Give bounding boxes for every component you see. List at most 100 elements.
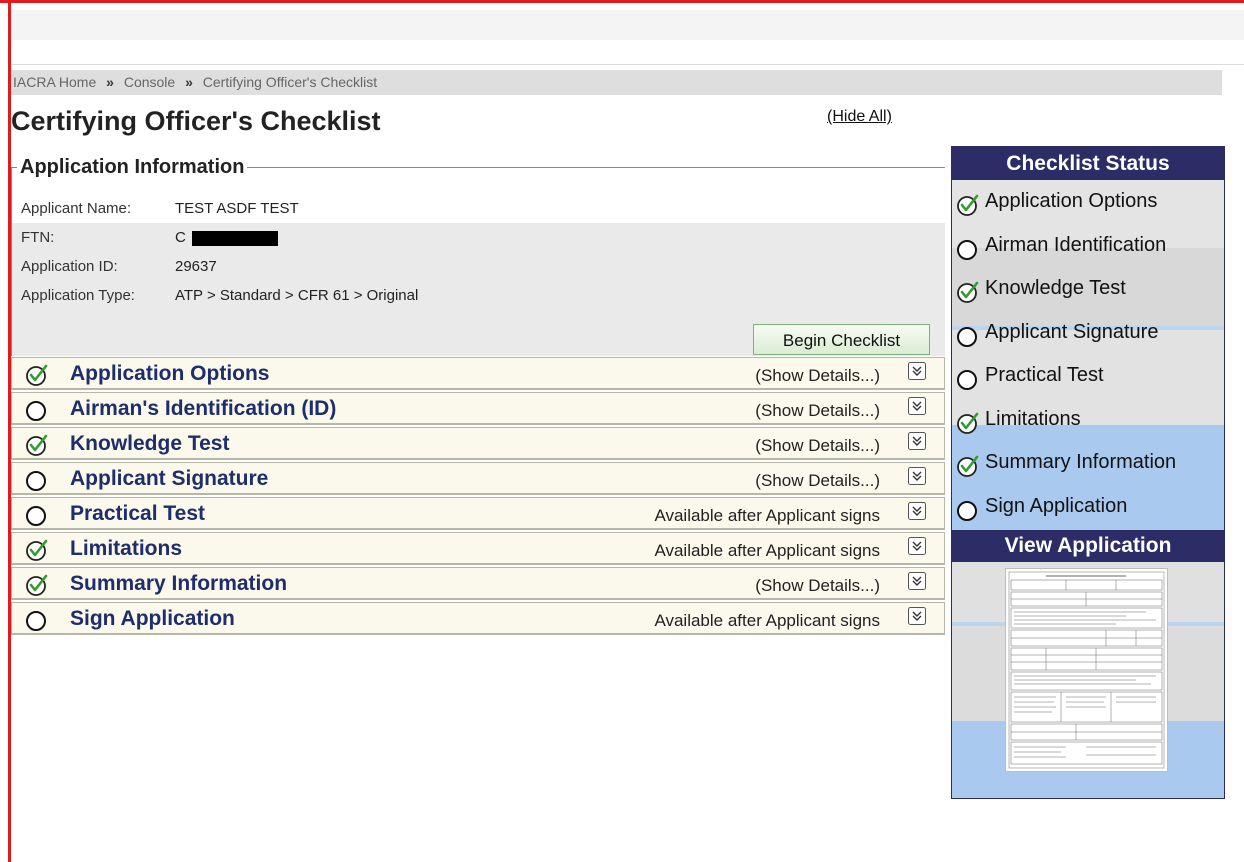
checklist-row-action[interactable]: (Show Details...)	[755, 470, 880, 492]
chevron-double-down-icon[interactable]	[908, 502, 926, 520]
breadcrumb-current: Certifying Officer's Checklist	[202, 74, 378, 90]
check-circle-icon	[956, 190, 980, 216]
application-type-value: ATP > Standard > CFR 61 > Original	[175, 287, 419, 304]
checklist-row-title: Airman's Identification (ID)	[70, 397, 337, 420]
checklist-row[interactable]: Sign Application Available after Applican…	[11, 602, 945, 635]
checklist-row-action: Available after Applicant signs	[654, 506, 880, 525]
check-circle-icon	[956, 277, 980, 303]
status-item[interactable]: Sign Application	[952, 485, 1224, 528]
status-item-label: Summary Information	[985, 451, 1177, 473]
application-id-row: Application ID: 29637	[12, 252, 945, 281]
status-item[interactable]: Applicant Signature	[952, 311, 1224, 354]
status-item[interactable]: Airman Identification	[952, 224, 1224, 267]
chevron-double-down-icon[interactable]	[908, 572, 926, 590]
status-item[interactable]: Knowledge Test	[952, 267, 1224, 310]
applicant-name-value: TEST ASDF TEST	[175, 200, 299, 217]
checklist-status-panel: Checklist Status Application Options Airm…	[951, 146, 1225, 799]
chevron-double-down-icon[interactable]	[908, 432, 926, 450]
window-frame-top	[0, 0, 1244, 3]
top-strip	[11, 10, 1244, 40]
checklist-row-action[interactable]: (Show Details...)	[755, 575, 880, 597]
breadcrumb: IACRA Home » Console » Certifying Office…	[11, 70, 1222, 95]
checklist-row[interactable]: Airman's Identification (ID) (Show Detail…	[11, 392, 945, 425]
document-preview-icon	[1008, 571, 1165, 769]
status-item[interactable]: Limitations	[952, 398, 1224, 441]
application-id-value: 29637	[175, 258, 217, 275]
breadcrumb-home-link[interactable]: IACRA Home	[13, 74, 96, 90]
checklist-row-action[interactable]: (Show Details...)	[755, 435, 880, 457]
application-preview-thumbnail[interactable]	[1005, 568, 1168, 772]
empty-circle-icon	[956, 495, 980, 521]
checklist-row-action[interactable]: (Show Details...)	[755, 400, 880, 422]
empty-circle-icon	[25, 608, 49, 632]
checklist-row-title: Practical Test	[70, 502, 206, 525]
empty-circle-icon	[25, 503, 49, 527]
status-item-label: Applicant Signature	[985, 320, 1159, 343]
begin-checklist-button[interactable]: Begin Checklist	[753, 324, 930, 355]
application-type-row: Application Type: ATP > Standard > CFR 6…	[12, 281, 945, 310]
checklist-status-header: Checklist Status	[952, 147, 1224, 180]
status-item-label: Airman Identification	[985, 233, 1167, 256]
hide-all-link[interactable]: (Hide All)	[827, 108, 892, 126]
empty-circle-icon	[25, 468, 49, 492]
status-item-label: Practical Test	[985, 364, 1104, 386]
ftn-value-text: C	[175, 229, 186, 246]
checklist-rows: Application Options (Show Details...) Airm…	[11, 357, 945, 637]
chevron-double-down-icon[interactable]	[908, 607, 926, 625]
check-circle-icon	[956, 408, 980, 434]
checklist-row[interactable]: Limitations Available after Applicant sig…	[11, 532, 945, 565]
application-info-legend: Application Information	[17, 156, 248, 178]
check-circle-icon	[25, 363, 49, 387]
ftn-row: FTN: C	[12, 223, 945, 252]
chevron-double-down-icon[interactable]	[908, 467, 926, 485]
application-type-label: Application Type:	[21, 287, 135, 304]
status-item[interactable]: Summary Information	[952, 441, 1224, 484]
checklist-row-action: Available after Applicant signs	[654, 541, 880, 560]
empty-circle-icon	[956, 364, 980, 390]
chevron-double-down-icon[interactable]	[908, 362, 926, 380]
breadcrumb-separator: »	[106, 74, 114, 90]
application-id-label: Application ID:	[21, 258, 118, 275]
status-item-label: Knowledge Test	[985, 277, 1126, 299]
checklist-row-action: Available after Applicant signs	[654, 611, 880, 630]
check-circle-icon	[25, 538, 49, 562]
empty-circle-icon	[956, 234, 980, 260]
checklist-row[interactable]: Application Options (Show Details...)	[11, 357, 945, 390]
status-item[interactable]: Application Options	[952, 180, 1224, 223]
checklist-row[interactable]: Knowledge Test (Show Details...)	[11, 427, 945, 460]
checklist-row-title: Application Options	[70, 362, 270, 385]
empty-circle-icon	[956, 321, 980, 347]
checklist-row-title: Applicant Signature	[70, 467, 269, 490]
check-circle-icon	[25, 433, 49, 457]
ftn-label: FTN:	[21, 229, 55, 246]
button-area: Begin Checklist	[12, 322, 945, 356]
application-info-panel: Application Information Applicant Name: …	[11, 156, 945, 356]
status-item-label: Application Options	[985, 190, 1158, 212]
check-circle-icon	[25, 573, 49, 597]
checklist-row[interactable]: Applicant Signature (Show Details...)	[11, 462, 945, 495]
status-item-label: Sign Application	[985, 494, 1128, 517]
top-divider	[11, 64, 1244, 65]
checklist-row-title: Sign Application	[70, 607, 235, 630]
checklist-row-action[interactable]: (Show Details...)	[755, 365, 880, 387]
status-item[interactable]: Practical Test	[952, 354, 1224, 397]
chevron-double-down-icon[interactable]	[908, 537, 926, 555]
checklist-row[interactable]: Summary Information (Show Details...)	[11, 567, 945, 600]
breadcrumb-console-link[interactable]: Console	[124, 74, 175, 90]
checklist-row-title: Limitations	[70, 537, 183, 560]
view-application-header[interactable]: View Application	[952, 530, 1224, 562]
empty-circle-icon	[25, 398, 49, 422]
applicant-name-row: Applicant Name: TEST ASDF TEST	[12, 194, 945, 223]
redaction-bar	[191, 230, 278, 246]
page-title: Certifying Officer's Checklist	[11, 106, 381, 136]
info-spacer	[12, 310, 945, 322]
checklist-row-title: Summary Information	[70, 572, 288, 595]
check-circle-icon	[956, 451, 980, 477]
ftn-value: C	[175, 223, 278, 252]
checklist-row[interactable]: Practical Test Available after Applicant …	[11, 497, 945, 530]
breadcrumb-separator: »	[185, 74, 193, 90]
checklist-row-title: Knowledge Test	[70, 432, 230, 455]
status-item-label: Limitations	[985, 407, 1081, 430]
chevron-double-down-icon[interactable]	[908, 397, 926, 415]
applicant-name-label: Applicant Name:	[21, 200, 132, 217]
